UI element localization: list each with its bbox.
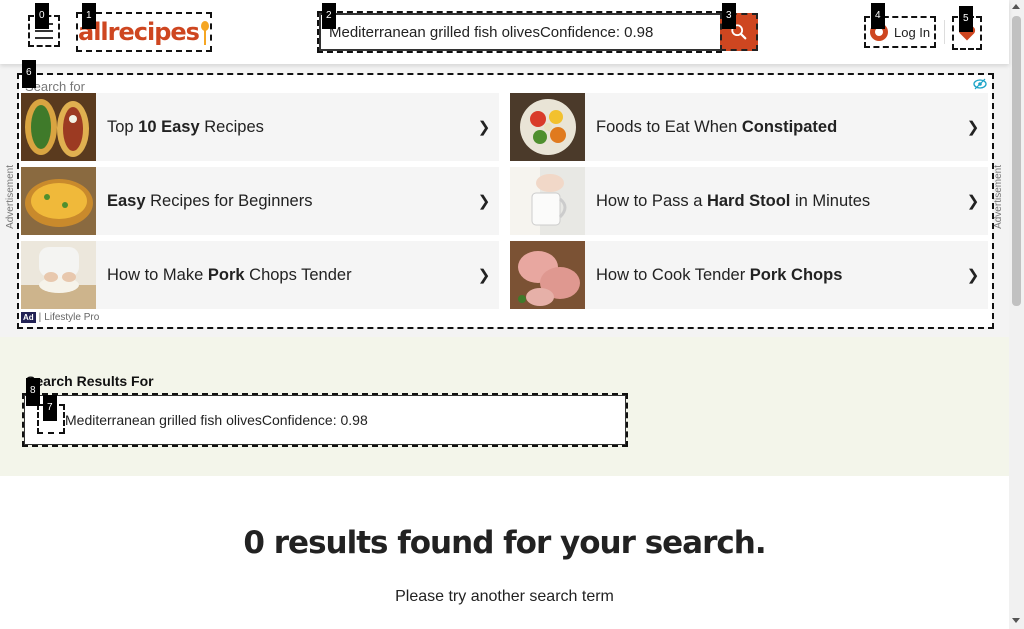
chevron-right-icon: ❯	[966, 267, 980, 284]
advertisement-side-label-left: Advertisement	[5, 165, 16, 229]
marker-badge: 8	[26, 378, 40, 406]
search-query-chip[interactable]: Mediterranean grilled fish olivesConfide…	[22, 393, 628, 447]
marker-badge: 6	[22, 60, 36, 88]
ad-item-text: How to Pass a Hard Stool in Minutes	[596, 191, 871, 210]
ad-link-cook-tender-pork-chops[interactable]: How to Cook Tender Pork Chops ❯	[510, 241, 988, 309]
ad-item-text: Foods to Eat When Constipated	[596, 117, 838, 136]
hide-ad-eye-icon[interactable]	[973, 78, 987, 90]
page: allrecipes Mediterranean grilled fish ol…	[0, 0, 1024, 629]
ad-sponsor-footer[interactable]: Ad | Lifestyle Pro	[21, 312, 99, 323]
tea-mug-thumbnail	[510, 167, 585, 235]
vegetable-bowl-thumbnail	[510, 93, 585, 161]
ad-item-text: Top 10 Easy Recipes	[107, 117, 264, 136]
login-label: Log In	[894, 24, 931, 40]
no-results-title: 0 results found for your search.	[243, 525, 766, 561]
search-results-heading: Search Results For	[26, 373, 154, 389]
sponsored-search-ad[interactable]: Search for Top 10 Easy Recipes ❯ Foods t…	[17, 73, 994, 329]
ad-item-text: Easy Recipes for Beginners	[107, 191, 313, 210]
ad-separator: |	[38, 312, 42, 323]
header-divider	[944, 20, 945, 44]
allrecipes-logo[interactable]: allrecipes	[76, 12, 212, 52]
marker-badge: 2	[322, 3, 336, 29]
ad-link-easy-recipes-beginners[interactable]: Easy Recipes for Beginners ❯	[21, 167, 499, 235]
chevron-right-icon: ❯	[966, 193, 980, 210]
ad-item-text: How to Cook Tender Pork Chops	[596, 265, 843, 284]
search-input[interactable]: Mediterranean grilled fish olivesConfide…	[317, 11, 722, 53]
no-results-subtitle: Please try another search term	[395, 588, 614, 605]
marker-badge: 0	[35, 3, 49, 29]
page-scrollbar[interactable]	[1009, 0, 1024, 629]
ad-item-text: How to Make Pork Chops Tender	[107, 265, 352, 284]
chevron-right-icon: ❯	[477, 119, 491, 136]
ad-link-foods-constipated[interactable]: Foods to Eat When Constipated ❯	[510, 93, 988, 161]
ad-link-make-pork-chops-tender[interactable]: How to Make Pork Chops Tender ❯	[21, 241, 499, 309]
ad-link-top-easy-recipes[interactable]: Top 10 Easy Recipes ❯	[21, 93, 499, 161]
scrollbar-thumb[interactable]	[1012, 16, 1021, 306]
marker-badge: 1	[82, 3, 96, 29]
ad-tag: Ad	[21, 312, 36, 323]
raw-pork-chops-thumbnail	[510, 241, 585, 309]
chevron-right-icon: ❯	[477, 267, 491, 284]
scroll-down-arrow-icon[interactable]	[1012, 618, 1020, 623]
chevron-right-icon: ❯	[477, 193, 491, 210]
kneading-dough-thumbnail	[21, 241, 96, 309]
spoon-icon	[200, 21, 209, 45]
ad-sponsor-name: Lifestyle Pro	[44, 312, 100, 323]
tacos-thumbnail	[21, 93, 96, 161]
marker-badge: 7	[43, 395, 57, 421]
chevron-right-icon: ❯	[966, 119, 980, 136]
scroll-up-arrow-icon[interactable]	[1012, 4, 1020, 9]
marker-badge: 4	[871, 3, 885, 29]
ad-link-pass-hard-stool[interactable]: How to Pass a Hard Stool in Minutes ❯	[510, 167, 988, 235]
logo-text: allrecipes	[78, 18, 200, 46]
marker-badge: 5	[959, 6, 973, 32]
mac-and-cheese-thumbnail	[21, 167, 96, 235]
site-header: allrecipes Mediterranean grilled fish ol…	[0, 0, 1009, 64]
marker-badge: 3	[722, 3, 736, 29]
advertisement-side-label-right: Advertisement	[993, 165, 1004, 229]
